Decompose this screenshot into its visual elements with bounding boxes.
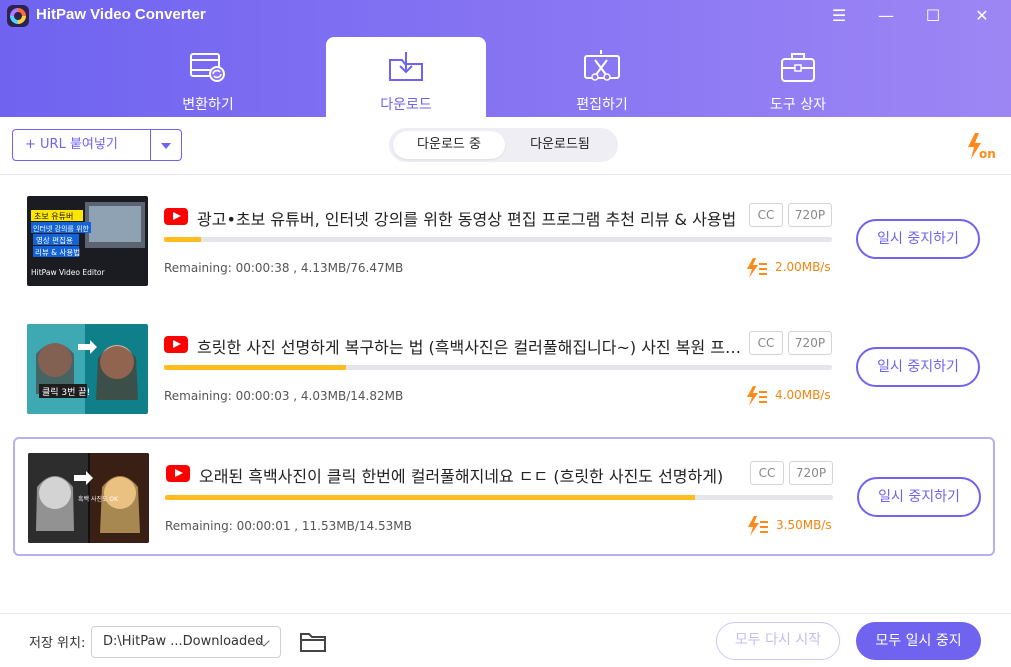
pause-all-button[interactable]: 모두 일시 중지 bbox=[856, 622, 981, 660]
high-speed-on-text: on bbox=[979, 147, 996, 161]
menu-icon[interactable]: ☰ bbox=[824, 4, 854, 28]
speed-value: 2.00MB/s bbox=[775, 260, 831, 274]
download-speed: 3.50MB/s bbox=[746, 516, 836, 536]
progress-bar bbox=[164, 237, 832, 242]
quality-badge: 720P bbox=[788, 203, 832, 227]
lightning-speed-icon bbox=[748, 516, 768, 536]
progress-fill bbox=[165, 495, 696, 500]
cc-badge: CC bbox=[749, 331, 783, 355]
svg-text:HitPaw Video Editor: HitPaw Video Editor bbox=[31, 268, 105, 277]
open-folder-button[interactable] bbox=[299, 630, 327, 654]
url-paste-dropdown-button[interactable] bbox=[151, 130, 181, 160]
toolbox-icon bbox=[781, 53, 815, 82]
svg-text:클릭 3번 끝!: 클릭 3번 끝! bbox=[42, 386, 90, 398]
close-button[interactable]: ✕ bbox=[967, 4, 997, 28]
download-status-toggle: 다운로드 중 다운로드됨 bbox=[389, 128, 618, 162]
video-title: 광고•초보 유튜버, 인터넷 강의를 위한 동영상 편집 프로그램 추천 리뷰 … bbox=[197, 210, 737, 229]
save-location-label: 저장 위치: bbox=[29, 636, 86, 651]
progress-bar bbox=[164, 365, 832, 370]
url-paste-button[interactable]: + URL 붙여넣기 bbox=[13, 130, 150, 160]
remaining-info: Remaining: 00:00:01 , 11.53MB/14.53MB bbox=[165, 519, 412, 533]
video-title: 오래된 흑백사진이 클릭 한번에 컬러풀해지네요 ㄷㄷ (흐릿한 사진도 선명하… bbox=[199, 467, 724, 486]
save-path-value: D:\HitPaw ...Downloaded bbox=[103, 634, 264, 649]
lightning-on-icon: on bbox=[968, 133, 996, 161]
cc-badge: CC bbox=[749, 203, 783, 227]
title-bar: HitPaw Video Converter ☰ — ☐ ✕ 변환하기 다운로드 bbox=[0, 0, 1011, 117]
tab-convert-label: 변환하기 bbox=[182, 97, 234, 113]
pause-button[interactable]: 일시 중지하기 bbox=[856, 219, 980, 259]
lightning-speed-icon bbox=[747, 386, 767, 406]
svg-text:리뷰 & 사용법: 리뷰 & 사용법 bbox=[35, 247, 80, 257]
pause-button[interactable]: 일시 중지하기 bbox=[857, 477, 981, 517]
tab-edit[interactable]: 편집하기 bbox=[522, 37, 682, 117]
speed-value: 4.00MB/s bbox=[775, 388, 831, 402]
tab-toolbox-label: 도구 상자 bbox=[770, 97, 826, 113]
video-title: 흐릿한 사진 선명하게 복구하는 법 (흑백사진은 컬러풀해집니다~) 사진 복… bbox=[197, 338, 745, 357]
svg-text:영상 편집용: 영상 편집용 bbox=[36, 235, 73, 245]
lightning-speed-icon bbox=[747, 258, 767, 278]
download-item[interactable]: 흑백 사진도 OK 오래된 흑백사진이 클릭 한번에 컬러풀해지네요 ㄷㄷ (흐… bbox=[13, 437, 995, 556]
progress-bar bbox=[165, 495, 833, 500]
video-thumbnail: 흑백 사진도 OK bbox=[28, 453, 149, 543]
app-title: HitPaw Video Converter bbox=[36, 6, 206, 23]
video-thumbnail: 클릭 3번 끝! bbox=[27, 324, 148, 414]
save-path-select[interactable]: D:\HitPaw ...Downloaded bbox=[91, 626, 281, 658]
youtube-icon bbox=[166, 465, 190, 482]
quality-badge: 720P bbox=[788, 331, 832, 355]
download-speed: 2.00MB/s bbox=[745, 258, 835, 278]
tab-downloaded[interactable]: 다운로드됨 bbox=[505, 131, 615, 159]
svg-text:인터넷 강의를 위한: 인터넷 강의를 위한 bbox=[33, 224, 90, 233]
minimize-button[interactable]: — bbox=[871, 4, 901, 28]
svg-text:흑백 사진도 OK: 흑백 사진도 OK bbox=[78, 495, 119, 503]
svg-text:초보 유튜버: 초보 유튜버 bbox=[34, 211, 73, 221]
youtube-icon bbox=[164, 208, 188, 225]
download-speed: 4.00MB/s bbox=[745, 386, 835, 406]
resume-all-button[interactable]: 모두 다시 시작 bbox=[716, 622, 840, 660]
edit-scissors-icon bbox=[584, 50, 620, 81]
footer-divider bbox=[0, 613, 1011, 614]
maximize-button[interactable]: ☐ bbox=[918, 4, 948, 28]
tab-toolbox[interactable]: 도구 상자 bbox=[718, 37, 878, 117]
tab-convert[interactable]: 변환하기 bbox=[128, 37, 288, 117]
app-logo-icon bbox=[7, 5, 29, 27]
tab-download-label: 다운로드 bbox=[380, 97, 432, 113]
progress-fill bbox=[164, 237, 201, 242]
remaining-info: Remaining: 00:00:03 , 4.03MB/14.82MB bbox=[164, 389, 404, 403]
download-item[interactable]: 클릭 3번 끝! 흐릿한 사진 선명하게 복구하는 법 (흑백사진은 컬러풀해집… bbox=[13, 304, 995, 422]
speed-value: 3.50MB/s bbox=[776, 518, 832, 532]
toolbar-divider bbox=[0, 174, 1011, 175]
quality-badge: 720P bbox=[789, 461, 833, 485]
folder-download-icon bbox=[389, 52, 423, 81]
url-paste-button-group: + URL 붙여넣기 bbox=[12, 129, 182, 161]
cc-badge: CC bbox=[750, 461, 784, 485]
video-thumbnail: 초보 유튜버 인터넷 강의를 위한 영상 편집용 리뷰 & 사용법 HitPaw… bbox=[27, 196, 148, 286]
tab-edit-label: 편집하기 bbox=[576, 97, 628, 113]
remaining-info: Remaining: 00:00:38 , 4.13MB/76.47MB bbox=[164, 261, 404, 275]
folder-icon bbox=[300, 633, 326, 652]
youtube-icon bbox=[164, 336, 188, 353]
high-speed-toggle[interactable]: on bbox=[966, 132, 998, 162]
progress-fill bbox=[164, 365, 346, 370]
film-convert-icon bbox=[190, 53, 225, 82]
tab-download[interactable]: 다운로드 bbox=[326, 37, 486, 117]
pause-button[interactable]: 일시 중지하기 bbox=[856, 347, 980, 387]
download-item[interactable]: 초보 유튜버 인터넷 강의를 위한 영상 편집용 리뷰 & 사용법 HitPaw… bbox=[13, 176, 995, 294]
tab-downloading[interactable]: 다운로드 중 bbox=[393, 131, 505, 159]
